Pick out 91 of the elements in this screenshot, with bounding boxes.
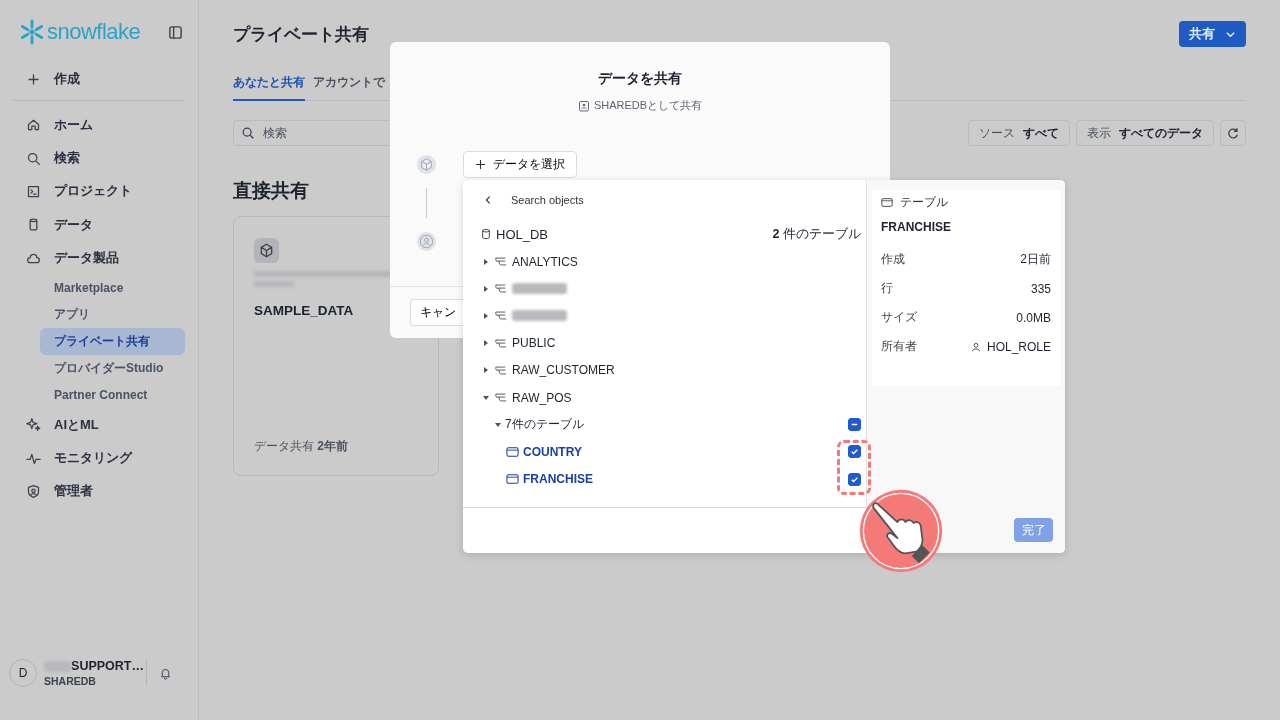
nav-subitem[interactable]: プライベート共有 [40,328,185,355]
object-name: FRANCHISE [881,220,952,234]
nav-subitem[interactable]: プロバイダーStudio [40,354,185,382]
bell-icon[interactable] [159,666,172,680]
search-icon [241,126,255,140]
detail-value: HOL_ROLE [986,339,1051,354]
blurred-text [512,283,567,295]
page-title: プライベート共有 [233,23,369,46]
nav-item[interactable]: 管理者 [13,474,185,509]
checkbox[interactable] [848,445,861,459]
caret-icon[interactable] [494,420,502,429]
cancel-button[interactable]: キャン [410,299,463,326]
nav-item[interactable]: データ [13,208,185,242]
schema-name[interactable]: RAW_POS [512,390,572,405]
detail-label: サイズ [881,309,917,326]
nav-item[interactable]: ホーム [13,108,185,142]
schema-icon [495,283,507,295]
sidebar-toggle-icon[interactable] [168,24,183,40]
checkbox[interactable] [848,472,861,486]
table-name[interactable]: FRANCHISE [523,472,593,487]
search-field[interactable]: Search objects [509,193,713,207]
tab[interactable]: あなたと共有 [233,74,305,101]
nav-subitem[interactable]: Marketplace [40,274,185,302]
caret-icon[interactable] [482,393,490,402]
detail-value: 335 [1030,281,1051,296]
cube-icon [254,238,279,263]
create-button[interactable]: 作成 [13,64,185,94]
card-footer: データ共有 2年前 [254,438,418,455]
sparkle-icon [26,417,41,433]
plus-icon [475,159,486,170]
database-icon [481,228,491,240]
detail-label: 所有者 [881,338,917,355]
schema-icon [495,392,507,404]
nav-item[interactable]: AIとML [13,407,185,442]
dialog-title: データを共有 [597,70,683,88]
caret-icon[interactable] [482,257,490,266]
schema-icon [495,337,507,349]
caret-icon[interactable] [482,339,490,348]
schema-name[interactable]: PUBLIC [512,336,556,351]
dialog-subtitle: SHAREDBとして共有 [593,98,703,113]
search-icon [26,150,41,166]
nav-item[interactable]: モニタリング [13,441,185,475]
user-name: SUPPORT… [71,659,144,673]
back-icon[interactable] [483,195,493,205]
snowflake-logo-icon [19,19,45,45]
refresh-icon [1226,126,1240,140]
detail-label: 行 [881,280,893,297]
schema-icon [495,310,507,322]
schema-icon [495,364,507,376]
shield-icon [26,483,41,499]
badge-icon [577,99,590,112]
user-icon [970,341,981,352]
nav-item[interactable]: 検索 [13,141,185,175]
filter-button[interactable]: 表示 すべてのデータ [1076,120,1214,146]
refresh-button[interactable] [1220,120,1246,146]
share-button[interactable]: 共有 [1179,21,1246,47]
home-icon [26,117,41,133]
object-type: テーブル [900,194,948,211]
detail-value: 2日前 [1020,251,1051,268]
section-title: 直接共有 [233,179,309,203]
cube-icon [416,154,437,175]
nav-item[interactable]: データ製品 [13,241,185,275]
highlight-frame [837,440,871,495]
select-data-button[interactable]: データを選択 [463,151,577,178]
table-icon [881,197,893,208]
nav-item[interactable]: プロジェクト [13,174,185,209]
schema-icon [495,256,507,268]
blurred-text [512,310,567,322]
card-title: SAMPLE_DATA [254,303,355,318]
logo-wordmark: snowflake [47,19,141,45]
terminal-icon [26,183,41,199]
table-icon [506,445,519,458]
nav-subitem[interactable]: アプリ [40,301,185,329]
table-count: 2 件のテーブル [772,225,861,243]
database-name: HOL_DB [496,226,549,242]
user-circle-icon [416,231,437,252]
table-icon [506,473,519,486]
schema-name[interactable]: RAW_CUSTOMER [512,363,615,378]
caret-icon[interactable] [482,284,490,293]
account-name: SHAREDB [44,675,97,687]
caret-icon[interactable] [482,366,490,375]
checkbox[interactable] [848,418,861,432]
table-name[interactable]: COUNTRY [523,444,582,459]
schema-name[interactable]: ANALYTICS [512,254,578,269]
filter-button[interactable]: ソース すべて [968,120,1070,146]
nav-subitem[interactable]: Partner Connect [40,381,185,408]
caret-icon[interactable] [482,311,490,320]
detail-label: 作成 [881,251,905,268]
detail-value: 0.0MB [1016,310,1051,325]
tab[interactable]: アカウントで [313,74,385,100]
group-label[interactable]: 7件のテーブル [505,416,584,434]
